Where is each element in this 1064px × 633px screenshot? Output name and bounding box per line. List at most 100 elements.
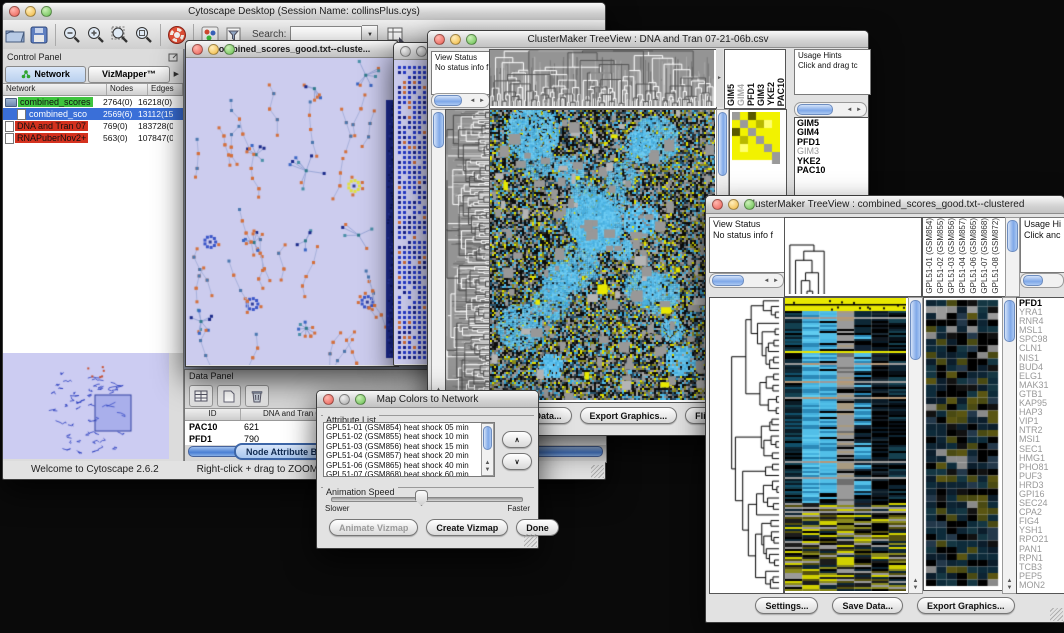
column-label[interactable]: GPL51-06 (GSM865): [969, 218, 979, 294]
scroll-arrows-icon[interactable]: ▲▼: [482, 460, 493, 475]
create-vizmap-button[interactable]: Create Vizmap: [426, 519, 508, 536]
treeview1-left-vscrollbar[interactable]: ▲▼: [431, 109, 446, 403]
save-button[interactable]: [27, 23, 51, 47]
hints-hscrollbar[interactable]: [1020, 273, 1064, 288]
treeview2-titlebar[interactable]: ClusterMaker TreeView : combined_scores_…: [706, 196, 1064, 214]
col-id[interactable]: ID: [185, 409, 241, 420]
network-list-row[interactable]: DNA and Tran 07769(0)183728(0): [3, 120, 183, 132]
done-button[interactable]: Done: [516, 519, 559, 536]
gene-label[interactable]: MON2: [1019, 581, 1064, 590]
attribute-item[interactable]: GPL51-04 (GSM857) heat shock 20 min: [324, 451, 494, 460]
global-heatmap-canvas[interactable]: [490, 110, 715, 400]
column-label[interactable]: GIM4: [737, 84, 746, 106]
zoom-button[interactable]: [41, 6, 52, 17]
move-up-button[interactable]: ∧: [502, 431, 532, 448]
minimize-button[interactable]: [339, 394, 350, 405]
labels-vscrollbar[interactable]: [1005, 217, 1020, 297]
labels-hscrollbar[interactable]: ◄ ►: [794, 102, 867, 117]
scroll-arrow-strip[interactable]: ►: [716, 49, 723, 107]
select-attributes-button[interactable]: [189, 385, 213, 407]
column-label[interactable]: PFD1: [747, 83, 756, 106]
column-label[interactable]: GPL51-07 (GSM868): [980, 218, 990, 294]
treeview1-titlebar[interactable]: ClusterMaker TreeView : DNA and Tran 07-…: [428, 31, 868, 48]
minimize-button[interactable]: [416, 46, 427, 57]
minimize-button[interactable]: [208, 44, 219, 55]
attribute-item[interactable]: GPL51-07 (GSM868) heat shock 60 min: [324, 470, 494, 477]
gene-list-vscrollbar[interactable]: ▲▼: [1002, 297, 1017, 594]
zoom-heatmap-canvas[interactable]: [924, 298, 1000, 588]
network-overview-thumbnail[interactable]: [3, 353, 169, 459]
column-label[interactable]: GPL51-08 (GSM872): [991, 218, 1001, 294]
column-label[interactable]: GIM5: [727, 84, 736, 106]
gene-label[interactable]: PAC10: [797, 166, 866, 175]
attribute-item[interactable]: GPL51-06 (GSM865) heat shock 40 min: [324, 461, 494, 470]
global-heatmap-canvas[interactable]: [785, 298, 906, 591]
zoom-button[interactable]: [466, 34, 477, 45]
column-label[interactable]: GPL51-04 (GSM857): [958, 218, 968, 294]
network-graph-canvas[interactable]: [186, 58, 396, 365]
resize-grip[interactable]: [1050, 608, 1063, 621]
column-label[interactable]: PAC10: [777, 78, 786, 106]
main-titlebar[interactable]: Cytoscape Desktop (Session Name: collins…: [3, 3, 605, 21]
view-status-hscrollbar[interactable]: ◄ ►: [709, 273, 784, 288]
zoom-fit-button[interactable]: [132, 23, 156, 47]
close-button[interactable]: [712, 199, 723, 210]
col-edges[interactable]: Edges: [148, 84, 183, 95]
scroll-arrows-icon[interactable]: ▲▼: [909, 578, 922, 593]
zoom-button[interactable]: [355, 394, 366, 405]
column-dendrogram-canvas[interactable]: [785, 218, 919, 294]
zoom-selected-button[interactable]: [108, 23, 132, 47]
animate-vizmap-button[interactable]: Animate Vizmap: [329, 519, 418, 536]
zoom-matrix-canvas[interactable]: [732, 112, 780, 164]
attribute-list-vscrollbar[interactable]: ▲▼: [481, 423, 494, 476]
heatmap-vscrollbar[interactable]: ▲▼: [908, 297, 923, 594]
column-label[interactable]: GPL51-03 (GSM856): [947, 218, 957, 294]
scroll-arrows-icon[interactable]: ▲▼: [1003, 578, 1016, 593]
resize-grip[interactable]: [524, 534, 537, 547]
close-button[interactable]: [192, 44, 203, 55]
col-network[interactable]: Network: [3, 84, 107, 95]
delete-attribute-button[interactable]: [245, 385, 269, 407]
row-dendrogram-canvas[interactable]: [710, 298, 781, 591]
column-label[interactable]: YKE2: [767, 82, 776, 106]
tab-vizmapper[interactable]: VizMapper™: [88, 66, 169, 83]
network-list-row[interactable]: RNAPuberNov2+563(0)107847(0): [3, 132, 183, 144]
row-dendrogram-canvas[interactable]: [446, 110, 489, 400]
scroll-arrows-icon[interactable]: ◄ ►: [846, 107, 863, 113]
column-label[interactable]: GPL51-02 (GSM855): [936, 218, 946, 294]
zoom-button[interactable]: [224, 44, 235, 55]
attribute-item[interactable]: GPL51-03 (GSM856) heat shock 15 min: [324, 442, 494, 451]
scroll-arrows-icon[interactable]: ◄ ►: [469, 98, 486, 104]
move-down-button[interactable]: ∨: [502, 453, 532, 470]
zoom-out-button[interactable]: [60, 23, 84, 47]
zoom-in-button[interactable]: [84, 23, 108, 47]
col-nodes[interactable]: Nodes: [107, 84, 148, 95]
column-label[interactable]: GPL51-01 (GSM854): [925, 218, 935, 294]
close-button[interactable]: [400, 46, 411, 57]
open-file-button[interactable]: [3, 23, 27, 47]
column-label[interactable]: GIM3: [757, 84, 766, 106]
zoom-button[interactable]: [744, 199, 755, 210]
close-button[interactable]: [434, 34, 445, 45]
export-graphics-button[interactable]: Export Graphics...: [580, 407, 678, 424]
save-data-button[interactable]: Save Data...: [832, 597, 903, 614]
scroll-arrows-icon[interactable]: ◄ ►: [763, 278, 780, 284]
float-panel-icon[interactable]: [168, 52, 179, 62]
minimize-button[interactable]: [450, 34, 461, 45]
view-status-hscrollbar[interactable]: ◄ ►: [431, 93, 490, 108]
tab-overflow-arrow[interactable]: ▶: [172, 70, 181, 78]
new-attribute-button[interactable]: [217, 385, 241, 407]
resize-grip[interactable]: [591, 465, 604, 478]
network-view-titlebar[interactable]: combined_scores_good.txt--cluste...: [186, 41, 398, 58]
settings-button[interactable]: Settings...: [755, 597, 818, 614]
attribute-item[interactable]: GPL51-01 (GSM854) heat shock 05 min: [324, 423, 494, 432]
minimize-button[interactable]: [728, 199, 739, 210]
dialog-titlebar[interactable]: Map Colors to Network: [317, 391, 538, 408]
network-list-row[interactable]: combined_scores2764(0)16218(0): [3, 96, 183, 108]
tab-network[interactable]: Network: [5, 66, 86, 83]
close-button[interactable]: [9, 6, 20, 17]
close-button[interactable]: [323, 394, 334, 405]
network-list-row[interactable]: combined_sco2569(6)13112(15): [3, 108, 183, 120]
export-graphics-button[interactable]: Export Graphics...: [917, 597, 1015, 614]
column-dendrogram-canvas[interactable]: [490, 50, 714, 106]
